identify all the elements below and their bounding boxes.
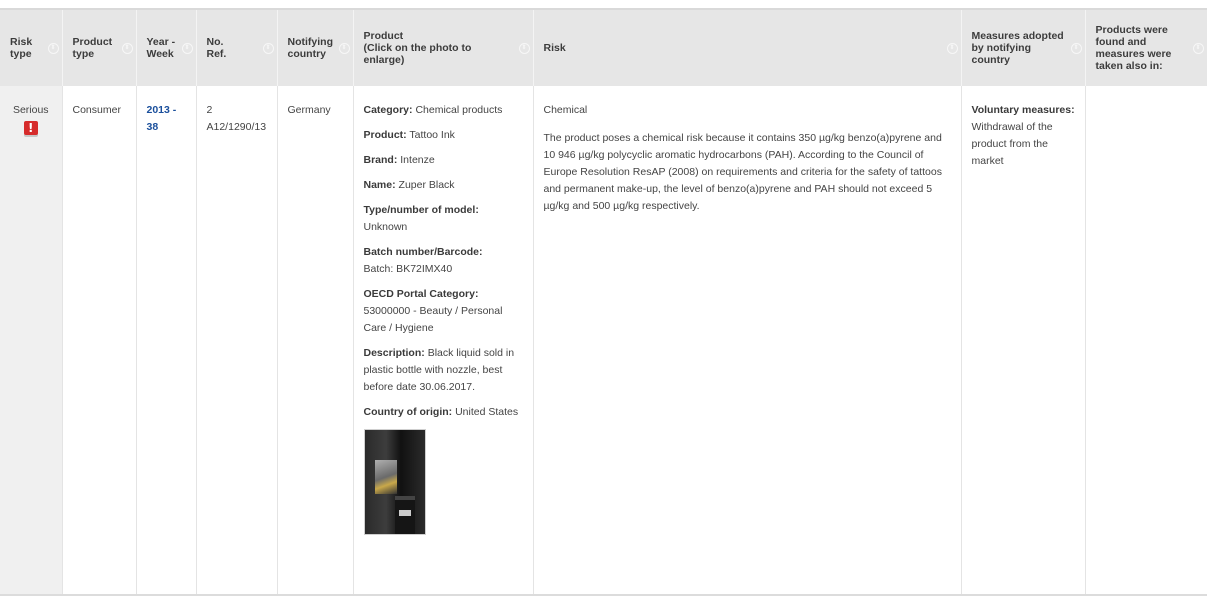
sort-icon[interactable]: ⇕ — [946, 43, 958, 54]
year-week-link[interactable]: 2013 - 38 — [147, 104, 177, 133]
product-model: Type/number of model: Unknown — [364, 202, 525, 236]
year-week-line: 38 — [146, 121, 159, 133]
product-type-text: Consumer — [72, 104, 121, 116]
header-text: No. — [206, 36, 224, 48]
col-header-risk-type[interactable]: Risk type ⇕ — [0, 10, 63, 86]
field-label: OECD Portal Category: — [363, 288, 479, 300]
cell-also-in — [1085, 86, 1207, 596]
product-description: Description: Black liquid sold in plasti… — [364, 345, 525, 396]
cell-product: Category: Chemical products Product: Tat… — [353, 86, 534, 596]
header-text: (Click on the photo to — [363, 42, 472, 54]
field-value: 53000000 - Beauty / Personal Care / Hygi… — [363, 305, 503, 334]
header-text: type — [10, 48, 32, 60]
col-header-notifying-country[interactable]: Notifying country ⇕ — [277, 10, 354, 86]
sort-icon[interactable]: ⇕ — [338, 43, 350, 54]
sort-icon[interactable]: ⇕ — [47, 43, 59, 54]
cell-risk-type: Serious ! — [0, 86, 63, 596]
field-value: Intenze — [400, 154, 435, 166]
field-label: Description: — [363, 347, 425, 359]
sort-icon[interactable]: ⇕ — [1070, 43, 1082, 54]
notifying-country-text: Germany — [287, 104, 331, 116]
field-value: Zuper Black — [398, 179, 455, 191]
field-value: Unknown — [363, 221, 408, 233]
measures-text: Withdrawal of the product from the marke… — [971, 121, 1053, 167]
product-product: Product: Tattoo Ink — [364, 127, 525, 144]
field-value: Chemical products — [415, 104, 503, 116]
header-text: Ref. — [206, 48, 227, 60]
risk-category: Chemical — [543, 104, 588, 116]
product-origin: Country of origin: United States — [364, 404, 525, 421]
ref-line: 2 — [206, 104, 213, 116]
header-text: enlarge) — [363, 54, 405, 66]
header-text: Year - — [146, 36, 176, 48]
field-label: Product: — [363, 129, 407, 141]
col-header-risk[interactable]: Risk ⇕ — [533, 10, 962, 86]
header-text: by notifying country — [971, 42, 1032, 66]
field-label: Category: — [363, 104, 413, 116]
header-text: Product — [72, 36, 113, 48]
field-value: Batch: BK72IMX40 — [363, 263, 453, 275]
field-label: Country of origin: — [363, 406, 453, 418]
header-text: Week — [146, 48, 174, 60]
cell-year-week: 2013 - 38 — [136, 86, 197, 596]
sort-icon[interactable]: ⇕ — [181, 43, 193, 54]
measures-label: Voluntary measures: — [971, 104, 1075, 116]
header-text: Risk — [543, 42, 566, 54]
product-photo[interactable] — [363, 429, 426, 535]
col-header-year-week[interactable]: Year - Week ⇕ — [136, 10, 197, 86]
risk-description: The product poses a chemical risk becaus… — [543, 132, 942, 212]
field-label: Batch number/Barcode: — [363, 246, 483, 258]
col-header-ref[interactable]: No. Ref. ⇕ — [196, 10, 278, 86]
col-header-product-type[interactable]: Product type ⇕ — [62, 10, 137, 86]
risk-type-text: Serious — [12, 104, 49, 116]
header-text: measures were — [1095, 48, 1172, 60]
small-bottle-graphic — [394, 496, 415, 534]
field-label: Name: — [363, 179, 396, 191]
field-value: Tattoo Ink — [409, 129, 455, 141]
warning-icon: ! — [23, 121, 38, 135]
header-text: country — [287, 48, 327, 60]
product-category: Category: Chemical products — [364, 102, 525, 119]
cell-product-type: Consumer — [62, 86, 137, 596]
header-text: Risk — [10, 36, 33, 48]
col-header-measures[interactable]: Measures adopted by notifying country ⇕ — [961, 10, 1086, 86]
sort-icon[interactable]: ⇕ — [518, 43, 530, 54]
product-batch: Batch number/Barcode: Batch: BK72IMX40 — [364, 244, 525, 278]
header-row: Risk type ⇕ Product type ⇕ Year - Week ⇕… — [0, 10, 1207, 86]
ref-line: A12/1290/13 — [206, 121, 267, 133]
table-row: Serious ! Consumer 2013 - 38 2 A12/1290/… — [0, 86, 1207, 596]
cell-measures: Voluntary measures: Withdrawal of the pr… — [961, 86, 1086, 596]
cell-risk: Chemical The product poses a chemical ri… — [533, 86, 962, 596]
cell-notifying-country: Germany — [277, 86, 354, 596]
year-week-line: 2013 - — [146, 104, 177, 116]
header-text: type — [72, 48, 95, 60]
field-label: Type/number of model: — [363, 204, 479, 216]
alerts-table: Risk type ⇕ Product type ⇕ Year - Week ⇕… — [0, 10, 1207, 596]
product-oecd: OECD Portal Category: 53000000 - Beauty … — [364, 286, 525, 337]
header-text: Product — [363, 30, 404, 42]
field-value: United States — [455, 406, 519, 418]
bottle-label-graphic — [374, 460, 397, 494]
header-text: Notifying — [287, 36, 334, 48]
sort-icon[interactable]: ⇕ — [1192, 43, 1204, 54]
product-brand: Brand: Intenze — [364, 152, 525, 169]
header-text: found and — [1095, 36, 1147, 48]
header-text: taken also in: — [1095, 60, 1163, 72]
bottle-cap-graphic — [398, 510, 411, 516]
sort-icon[interactable]: ⇕ — [262, 43, 274, 54]
cell-ref: 2 A12/1290/13 — [196, 86, 278, 596]
header-text: Measures adopted — [971, 30, 1064, 42]
sort-icon[interactable]: ⇕ — [121, 43, 133, 54]
header-text: Products were — [1095, 24, 1168, 36]
field-label: Brand: — [363, 154, 398, 166]
col-header-product[interactable]: Product (Click on the photo to enlarge) … — [353, 10, 534, 86]
col-header-also-in[interactable]: Products were found and measures were ta… — [1085, 10, 1207, 86]
product-name: Name: Zuper Black — [364, 177, 525, 194]
